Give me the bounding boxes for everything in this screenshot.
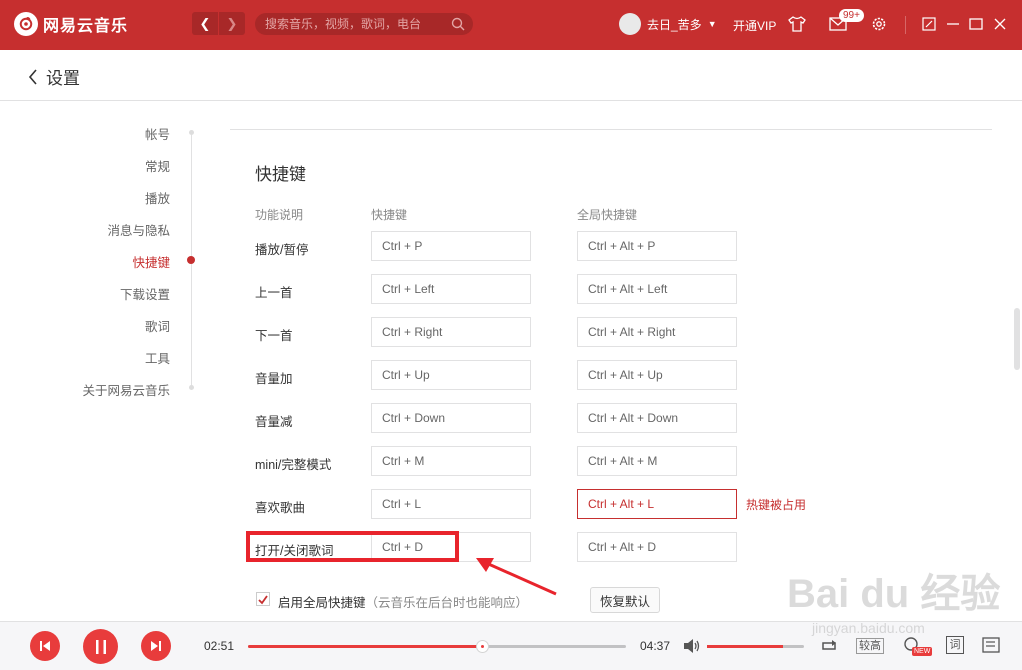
shortcut-input[interactable]: Ctrl + Down xyxy=(371,403,531,433)
previous-icon xyxy=(40,641,50,651)
player-bar: 02:51 04:37 较高 NEW 词 xyxy=(0,621,1022,670)
pause-button[interactable] xyxy=(83,629,118,664)
shortcut-label: 上一首 xyxy=(255,286,293,300)
close-icon[interactable] xyxy=(993,17,1007,36)
skin-tshirt-icon[interactable] xyxy=(787,14,807,39)
sidebar-item-account[interactable]: 帐号 xyxy=(145,124,170,143)
shortcut-label: 下一首 xyxy=(255,329,293,343)
sidebar-item-general[interactable]: 常规 xyxy=(145,156,170,175)
search-input[interactable] xyxy=(255,13,473,35)
sidebar-item-shortcuts[interactable]: 快捷键 xyxy=(132,252,170,271)
shortcut-input[interactable]: Ctrl + P xyxy=(371,231,531,261)
global-shortcut-input[interactable]: Ctrl + Alt + M xyxy=(577,446,737,476)
sidebar-item-playback[interactable]: 播放 xyxy=(145,188,170,207)
shortcut-input[interactable]: Ctrl + Left xyxy=(371,274,531,304)
chevron-left-icon xyxy=(28,68,37,85)
column-header-function: 功能说明 xyxy=(255,208,304,222)
shortcut-label: 音量加 xyxy=(255,372,293,386)
progress-fill xyxy=(248,645,483,648)
shortcut-input[interactable]: Ctrl + Right xyxy=(371,317,531,347)
shortcut-label: 喜欢歌曲 xyxy=(255,501,306,515)
hotkey-conflict-warning: 热键被占用 xyxy=(746,498,807,512)
lyric-button[interactable]: 词 xyxy=(946,636,964,654)
next-icon xyxy=(151,641,161,651)
title-bar: 网易云音乐 ❮ ❯ 去日_苦多 ▼ 开通VIP 99+ xyxy=(0,0,1022,50)
shortcut-input[interactable]: Ctrl + M xyxy=(371,446,531,476)
global-shortcut-input[interactable]: Ctrl + Alt + D xyxy=(577,532,737,562)
shortcut-label: 音量减 xyxy=(255,415,293,429)
volume-fill xyxy=(707,645,783,648)
back-nav-button[interactable]: ❮ xyxy=(192,12,218,35)
global-shortcut-input[interactable]: Ctrl + Alt + P xyxy=(577,231,737,261)
app-logo[interactable]: 网易云音乐 xyxy=(14,12,128,36)
sidebar-item-privacy[interactable]: 消息与隐私 xyxy=(107,220,170,239)
gear-icon[interactable] xyxy=(871,16,887,37)
restore-defaults-button[interactable]: 恢复默认 xyxy=(590,587,660,613)
netease-music-logo-icon xyxy=(14,12,38,36)
current-time: 02:51 xyxy=(204,639,235,653)
global-shortcut-note: （云音乐在后台时也能响应） xyxy=(365,596,529,610)
avatar[interactable] xyxy=(619,13,641,35)
previous-button[interactable] xyxy=(30,631,60,661)
next-button[interactable] xyxy=(141,631,171,661)
caret-down-icon[interactable]: ▼ xyxy=(708,19,717,29)
progress-thumb[interactable] xyxy=(476,640,490,653)
shortcut-input[interactable]: Ctrl + Up xyxy=(371,360,531,390)
checkmark-icon xyxy=(258,595,268,605)
column-header-global-shortcut: 全局快捷键 xyxy=(577,208,638,222)
settings-header: 设置 xyxy=(0,50,1022,101)
global-shortcut-input[interactable]: Ctrl + Alt + Left xyxy=(577,274,737,304)
global-shortcut-checkbox[interactable] xyxy=(256,592,270,606)
minimize-icon[interactable] xyxy=(946,17,960,36)
global-shortcut-input[interactable]: Ctrl + Alt + Down xyxy=(577,403,737,433)
section-divider xyxy=(230,129,992,130)
scrollbar[interactable] xyxy=(1014,308,1020,370)
sidebar-dot xyxy=(189,130,194,135)
vip-link[interactable]: 开通VIP xyxy=(733,17,776,34)
highlight-annotation-box xyxy=(246,531,459,562)
chevron-left-icon: ❮ xyxy=(199,15,211,31)
section-title: 快捷键 xyxy=(255,165,306,184)
chevron-right-icon: ❯ xyxy=(226,15,238,31)
new-badge: NEW xyxy=(912,647,933,656)
sidebar-item-download[interactable]: 下载设置 xyxy=(120,284,170,303)
watermark-text: Bai du 经验 xyxy=(787,572,1000,616)
back-button[interactable]: 设置 xyxy=(28,64,80,89)
shortcut-input[interactable]: Ctrl + L xyxy=(371,489,531,519)
mini-mode-icon[interactable] xyxy=(922,17,936,36)
forward-nav-button[interactable]: ❯ xyxy=(219,12,245,35)
global-shortcut-label-text: 启用全局快捷键 xyxy=(278,596,366,610)
settings-sidebar: 帐号 常规 播放 消息与隐私 快捷键 下载设置 歌词 工具 关于网易云音乐 xyxy=(0,101,230,621)
volume-slider[interactable] xyxy=(707,645,804,648)
shortcut-label: 播放/暂停 xyxy=(255,243,309,257)
volume-icon[interactable] xyxy=(683,638,701,659)
maximize-icon[interactable] xyxy=(969,17,983,36)
sidebar-dot xyxy=(189,385,194,390)
progress-bar[interactable] xyxy=(248,640,626,653)
column-header-shortcut: 快捷键 xyxy=(371,208,408,222)
sidebar-item-lyrics[interactable]: 歌词 xyxy=(145,316,170,335)
sidebar-item-tools[interactable]: 工具 xyxy=(145,348,170,367)
history-nav: ❮ ❯ xyxy=(192,12,245,35)
search-icon[interactable] xyxy=(451,17,465,36)
shortcut-label: mini/完整模式 xyxy=(255,458,332,472)
global-shortcut-input[interactable]: Ctrl + Alt + Up xyxy=(577,360,737,390)
loop-mode-icon[interactable] xyxy=(819,637,839,660)
page-title: 设置 xyxy=(46,69,80,88)
sidebar-item-about[interactable]: 关于网易云音乐 xyxy=(82,380,170,399)
pause-icon xyxy=(95,639,106,654)
titlebar-divider xyxy=(905,16,906,34)
user-name[interactable]: 去日_苦多 xyxy=(647,16,702,33)
user-menu[interactable]: 去日_苦多 ▼ xyxy=(619,13,717,35)
global-shortcut-input[interactable]: Ctrl + Alt + Right xyxy=(577,317,737,347)
quality-toggle[interactable]: 较高 xyxy=(856,638,884,654)
global-shortcut-label[interactable]: 启用全局快捷键（云音乐在后台时也能响应） xyxy=(278,592,528,611)
playlist-icon[interactable] xyxy=(982,636,1002,659)
global-shortcut-input-conflict[interactable]: Ctrl + Alt + L xyxy=(577,489,737,519)
total-time: 04:37 xyxy=(640,639,671,653)
message-badge: 99+ xyxy=(839,9,864,22)
sidebar-active-dot xyxy=(187,256,195,264)
app-name: 网易云音乐 xyxy=(43,18,129,35)
search-box xyxy=(255,13,473,35)
